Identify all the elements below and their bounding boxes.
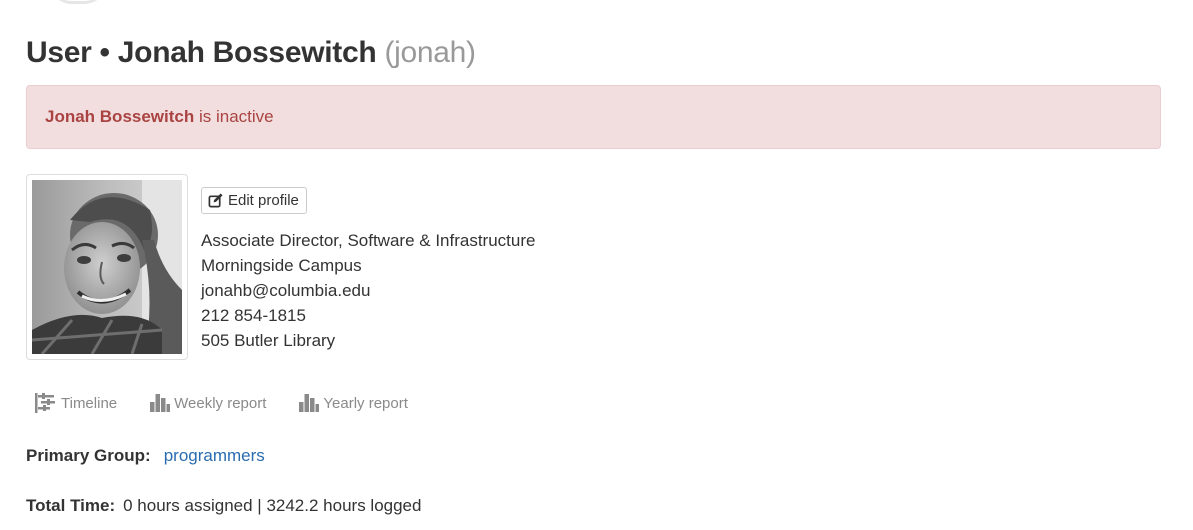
weekly-report-label: Weekly report [174, 394, 267, 412]
primary-group-link[interactable]: programmers [164, 446, 265, 465]
inactive-alert: Jonah Bossewitch is inactive [26, 85, 1161, 149]
timeline-label: Timeline [61, 394, 118, 412]
edit-profile-label: Edit profile [228, 192, 299, 209]
total-time-value: 0 hours assigned | 3242.2 hours logged [123, 496, 422, 515]
edit-icon [208, 193, 223, 208]
alert-user-name: Jonah Bossewitch [45, 107, 195, 126]
profile-photo [32, 180, 182, 354]
profile-job-title: Associate Director, Software & Infrastru… [201, 231, 536, 250]
bar-chart-icon [150, 394, 171, 412]
edit-profile-button[interactable]: Edit profile [201, 187, 307, 214]
profile-info: Associate Director, Software & Infrastru… [201, 228, 535, 353]
weekly-report-link[interactable]: Weekly report [150, 394, 266, 412]
bar-chart-icon [299, 394, 320, 412]
primary-group-row: Primary Group: programmers [26, 446, 265, 466]
timeline-link[interactable]: Timeline [35, 393, 117, 413]
yearly-report-label: Yearly report [323, 394, 408, 412]
yearly-report-link[interactable]: Yearly report [299, 394, 408, 412]
profile-campus: Morningside Campus [201, 256, 362, 275]
profile-phone: 212 854-1815 [201, 306, 306, 325]
page-title-username: (jonah) [384, 36, 476, 69]
total-time-label: Total Time: [26, 496, 116, 515]
profile-office: 505 Butler Library [201, 331, 336, 350]
page-title-text: User • Jonah Bossewitch [26, 36, 377, 69]
profile-photo-frame [26, 174, 188, 360]
page-title: User • Jonah Bossewitch (jonah) [26, 36, 476, 70]
total-time-row: Total Time: 0 hours assigned | 3242.2 hou… [26, 496, 421, 516]
report-links: Timeline Weekly report Yearly report [35, 393, 441, 413]
timeline-icon [35, 393, 55, 413]
alert-text: is inactive [194, 107, 274, 126]
primary-group-label: Primary Group: [26, 446, 151, 465]
profile-email: jonahb@columbia.edu [201, 281, 371, 300]
avatar-fragment [48, 0, 108, 4]
